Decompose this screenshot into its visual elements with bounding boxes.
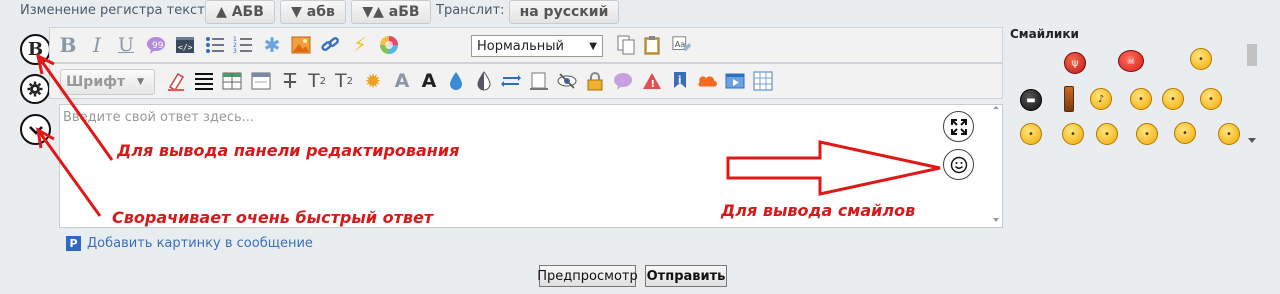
smilies-arrow [726, 140, 941, 196]
submit-button[interactable]: Отправить [645, 265, 727, 287]
smilies-title: Смайлики [1010, 27, 1079, 41]
glasses-smiley-icon[interactable]: • [1174, 122, 1196, 144]
laugh-smiley-icon[interactable]: • [1200, 88, 1222, 110]
annotation-smilies: Для вывода смайлов [721, 201, 916, 220]
sad-smiley-icon[interactable]: • [1062, 123, 1084, 145]
smilies-scrollbar[interactable] [1245, 40, 1259, 146]
smilies-panel: Смайлики ψ ☠ • ▬ ♪ • • • • • • • • • [1008, 26, 1258, 152]
add-picture-link[interactable]: P Добавить картинку в сообщение [66, 236, 313, 251]
grin-smiley-icon[interactable]: • [1218, 123, 1240, 145]
picture-host-icon: P [66, 236, 81, 251]
wink-smiley-icon[interactable]: • [1020, 123, 1042, 145]
cool-smiley-icon[interactable]: ▬ [1020, 89, 1042, 111]
devil-smiley-icon[interactable]: ψ [1064, 52, 1086, 74]
preview-button[interactable]: Предпросмотр [537, 265, 638, 287]
pirate-smiley-icon[interactable]: ☠ [1118, 50, 1144, 72]
annotation-edit-panel: Для вывода панели редактирования [117, 141, 460, 160]
add-picture-label: Добавить картинку в сообщение [87, 236, 313, 251]
smile-smiley-icon[interactable]: • [1190, 48, 1212, 70]
smilies-scroll-thumb[interactable] [1247, 44, 1257, 66]
music-smiley-icon[interactable]: ♪ [1090, 88, 1112, 110]
scroll-down-icon[interactable] [1248, 138, 1256, 144]
thinking-smiley-icon[interactable]: • [1096, 123, 1118, 145]
surprised-smiley-icon[interactable]: • [1136, 123, 1158, 145]
annotation-collapse: Сворачивает очень быстрый ответ [112, 208, 434, 227]
clap-smiley-icon[interactable]: • [1130, 88, 1152, 110]
stick-smiley-icon[interactable] [1064, 86, 1074, 112]
wave-smiley-icon[interactable]: • [1162, 88, 1184, 110]
